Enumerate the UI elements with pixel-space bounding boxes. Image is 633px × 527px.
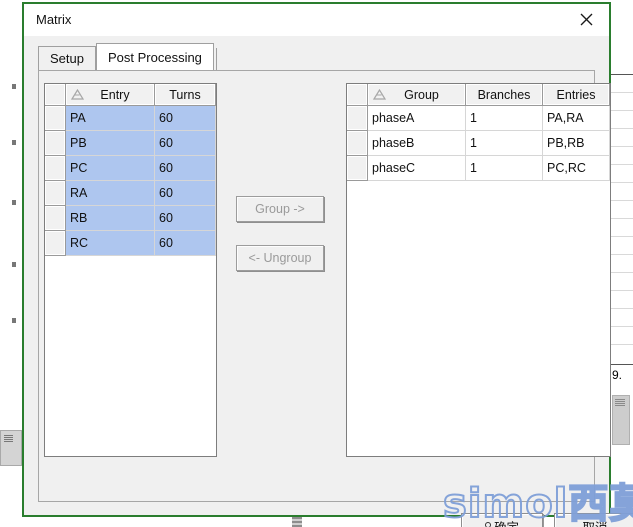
table-row[interactable]: RB 60 xyxy=(45,205,216,231)
groups-col-group-label: Group xyxy=(404,87,439,102)
table-row[interactable]: phaseB 1 PB,RB xyxy=(347,130,610,156)
entry-cell[interactable]: PA xyxy=(65,105,155,131)
group-button[interactable]: Group -> xyxy=(236,196,324,222)
row-header-cell[interactable] xyxy=(45,230,66,256)
entry-cell[interactable]: PB xyxy=(65,130,155,156)
table-header-row: Entry Turns xyxy=(45,84,216,106)
turns-cell[interactable]: 60 xyxy=(154,105,216,131)
branches-cell[interactable]: 1 xyxy=(465,155,543,181)
row-header-cell[interactable] xyxy=(45,130,66,156)
entries-col-rowheader[interactable] xyxy=(45,84,66,106)
turns-cell[interactable]: 60 xyxy=(154,180,216,206)
turns-cell[interactable]: 60 xyxy=(154,230,216,256)
groups-table-body: phaseA 1 PA,RA phaseB 1 PB,RB phaseC 1 PC,RC xyxy=(347,105,610,181)
ok-button-label: 确定 xyxy=(494,517,519,527)
table-row[interactable]: PA 60 xyxy=(45,105,216,131)
branches-cell[interactable]: 1 xyxy=(465,105,543,131)
entries-table: Entry Turns PA 60 PB 60 PC 60 RA 60 RB 60 RC 60 xyxy=(45,84,216,256)
table-row[interactable]: PC 60 xyxy=(45,155,216,181)
table-row[interactable]: phaseC 1 PC,RC xyxy=(347,155,610,181)
close-icon[interactable] xyxy=(565,4,607,35)
background-left-scroll-grip[interactable] xyxy=(0,430,22,466)
window-title: Matrix xyxy=(36,12,72,27)
group-cell[interactable]: phaseA xyxy=(367,105,466,131)
row-header-cell[interactable] xyxy=(45,205,66,231)
cancel-button-label: 取消 xyxy=(582,517,607,527)
turns-cell[interactable]: 60 xyxy=(154,205,216,231)
groups-col-entries-label: Entries xyxy=(556,87,596,102)
table-row[interactable]: RA 60 xyxy=(45,180,216,206)
groups-col-group[interactable]: Group xyxy=(367,84,466,106)
table-row[interactable]: PB 60 xyxy=(45,130,216,156)
entries-col-turns-label: Turns xyxy=(169,87,201,102)
row-header-cell[interactable] xyxy=(45,105,66,131)
row-header-cell[interactable] xyxy=(347,155,368,181)
cancel-button[interactable]: 取消 xyxy=(554,513,633,527)
tab-strip: Setup Post Processing xyxy=(38,43,217,70)
groups-col-entries[interactable]: Entries xyxy=(542,84,610,106)
groups-col-rowheader[interactable] xyxy=(347,84,368,106)
tab-setup-label: Setup xyxy=(50,51,84,66)
entries-cell[interactable]: PB,RB xyxy=(542,130,610,156)
dialog-body: Setup Post Processing Entry Turns PA 60 … xyxy=(24,36,633,527)
matrix-dialog: Matrix Setup Post Processing Entry Turns… xyxy=(22,2,633,527)
dialog-titlebar: Matrix xyxy=(24,4,609,37)
entries-cell[interactable]: PC,RC xyxy=(542,155,610,181)
group-cell[interactable]: phaseB xyxy=(367,130,466,156)
table-header-row: Group Branches Entries xyxy=(347,84,610,106)
entry-cell[interactable]: RB xyxy=(65,205,155,231)
entries-col-entry-label: Entry xyxy=(100,87,130,102)
table-row[interactable]: RC 60 xyxy=(45,230,216,256)
sort-triangle-icon xyxy=(70,88,85,100)
background-vertical-scrollbar[interactable] xyxy=(612,395,630,445)
groups-table: Group Branches Entries phaseA 1 PA,RA ph… xyxy=(347,84,610,181)
tab-setup[interactable]: Setup xyxy=(38,46,96,70)
screen-root: 9. Matrix Setup Post Processing Entry Tu… xyxy=(0,0,633,527)
entries-col-entry[interactable]: Entry xyxy=(65,84,155,106)
groups-col-branches-label: Branches xyxy=(477,87,531,102)
entries-table-body: PA 60 PB 60 PC 60 RA 60 RB 60 RC 60 xyxy=(45,105,216,256)
entries-col-turns[interactable]: Turns xyxy=(154,84,216,106)
entries-cell[interactable]: PA,RA xyxy=(542,105,610,131)
entry-cell[interactable]: RA xyxy=(65,180,155,206)
sort-triangle-icon xyxy=(372,88,387,100)
tab-divider xyxy=(215,48,217,70)
turns-cell[interactable]: 60 xyxy=(154,155,216,181)
row-header-cell[interactable] xyxy=(347,130,368,156)
row-header-cell[interactable] xyxy=(45,180,66,206)
table-row[interactable]: phaseA 1 PA,RA xyxy=(347,105,610,131)
tab-post-processing[interactable]: Post Processing xyxy=(95,43,214,70)
entry-cell[interactable]: RC xyxy=(65,230,155,256)
tab-post-processing-label: Post Processing xyxy=(107,49,202,65)
focus-dot-icon xyxy=(484,522,491,527)
row-header-cell[interactable] xyxy=(347,105,368,131)
group-button-label: Group -> xyxy=(255,202,305,216)
background-left-strip xyxy=(0,0,23,527)
entry-cell[interactable]: PC xyxy=(65,155,155,181)
ok-button[interactable]: 确定 xyxy=(461,513,543,527)
ungroup-button-label: <- Ungroup xyxy=(248,251,312,265)
entries-grid[interactable]: Entry Turns PA 60 PB 60 PC 60 RA 60 RB 60 RC 60 xyxy=(44,83,217,457)
groups-col-branches[interactable]: Branches xyxy=(465,84,543,106)
row-header-cell[interactable] xyxy=(45,155,66,181)
branches-cell[interactable]: 1 xyxy=(465,130,543,156)
group-cell[interactable]: phaseC xyxy=(367,155,466,181)
turns-cell[interactable]: 60 xyxy=(154,130,216,156)
background-row-number: 9. xyxy=(612,368,623,382)
groups-grid[interactable]: Group Branches Entries phaseA 1 PA,RA ph… xyxy=(346,83,611,457)
ungroup-button[interactable]: <- Ungroup xyxy=(236,245,324,271)
